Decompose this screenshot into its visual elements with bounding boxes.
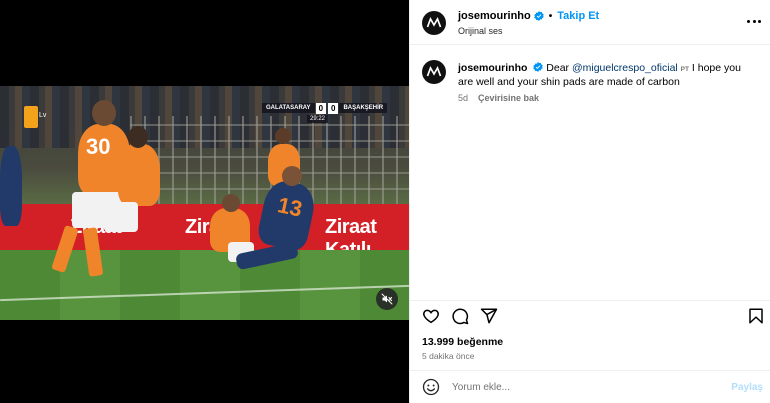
post-comment-button[interactable]: Paylaş [731,382,763,393]
post-timestamp[interactable]: 5 dakika önce [422,351,474,361]
caption-mention[interactable]: @miguelcrespo_oficial [572,62,678,74]
verified-badge-icon [533,62,544,72]
shirt-number-30: 30 [86,134,111,159]
caption-text-before: Dear [546,62,570,74]
channel-logo [24,106,38,128]
like-count[interactable]: 13.999 beğenme [422,336,503,348]
player-head [282,166,302,186]
home-team: GALATASARAY [262,103,315,113]
caption-username[interactable]: josemourinho [458,62,527,74]
home-score: 0 [315,102,327,114]
video-player[interactable]: Ziraat Ziraat Ziraat Katılı 30 13 [0,0,409,403]
player-shorts [104,202,138,232]
shirt-number-13: 13 [275,192,305,222]
scoreboard: GALATASARAY 0 0 BAŞAKŞEHİR [262,102,388,114]
follow-button[interactable]: Takip Et [557,10,599,22]
player-orange-2 [118,144,160,206]
more-options-button[interactable] [747,14,761,28]
share-icon[interactable] [480,307,498,325]
caption-text: josemourinho Dear @miguelcrespo_oficial … [458,62,758,89]
away-score: 0 [328,102,339,114]
player-head [275,128,291,144]
comment-icon[interactable] [451,307,469,325]
caption-age[interactable]: 5d [458,93,468,103]
header-username[interactable]: josemourinho [458,10,531,22]
player-head [222,194,240,212]
away-team: BAŞAKŞEHİR [339,103,388,113]
jm-logo-icon [426,17,442,28]
mute-button[interactable] [376,288,398,310]
player-navy-edge [0,146,22,226]
translate-button[interactable]: Çevirisine bak [478,93,539,103]
comment-composer: Paylaş [410,370,770,403]
separator-dot: • [548,10,553,22]
caption-meta: 5d Çevirisine bak [458,93,539,103]
match-clock: 29:22 [307,115,329,123]
comment-input[interactable] [452,381,702,393]
player-head [128,126,148,148]
verified-badge-icon [534,11,544,21]
header-user-row: josemourinho • Takip Et [458,10,599,22]
more-options-icon [752,19,756,23]
emoji-icon[interactable] [422,378,440,396]
avatar[interactable] [422,11,446,35]
bookmark-icon[interactable] [747,307,765,325]
audio-label[interactable]: Orijinal ses [458,26,503,36]
more-options-icon [747,19,750,23]
post-details-panel: josemourinho • Takip Et Orijinal ses jos… [409,0,770,403]
action-bar [410,300,770,330]
avatar[interactable] [422,60,446,84]
jm-logo-icon [426,66,442,77]
post-header: josemourinho • Takip Et Orijinal ses [410,0,770,45]
more-options-icon [758,19,761,23]
heart-icon[interactable] [422,307,440,325]
player-head [92,100,116,126]
video-frame[interactable]: Ziraat Ziraat Ziraat Katılı 30 13 [0,86,409,320]
caption-flag-tag: PT [680,66,689,73]
channel-label: Lv [39,112,47,119]
mute-icon [381,293,393,305]
